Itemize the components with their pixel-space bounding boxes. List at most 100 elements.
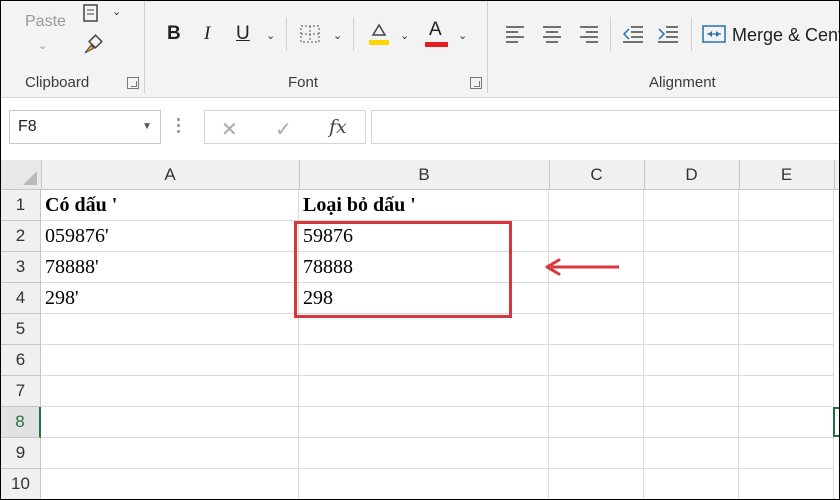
column-header-a[interactable]: A xyxy=(41,160,300,189)
column-header-e[interactable]: E xyxy=(739,160,835,189)
underline-button[interactable]: U xyxy=(236,23,250,45)
row-header-1[interactable]: 1 xyxy=(1,190,41,221)
alignment-divider xyxy=(691,17,692,51)
cell-e3[interactable] xyxy=(739,252,834,283)
column-header-b[interactable]: B xyxy=(299,160,550,189)
cell-e6[interactable] xyxy=(739,345,834,376)
cell-d2[interactable] xyxy=(644,221,739,252)
row-header-8[interactable]: 8 xyxy=(1,407,41,438)
font-color-dropdown-icon[interactable]: ⌄ xyxy=(458,29,467,42)
name-box-value: F8 xyxy=(18,118,37,135)
cell-a10[interactable] xyxy=(41,469,299,499)
cell-e7[interactable] xyxy=(739,376,834,407)
column-header-d[interactable]: D xyxy=(644,160,740,189)
cell-d5[interactable] xyxy=(644,314,739,345)
cell-c9[interactable] xyxy=(549,438,644,469)
alignment-group-label: Alignment xyxy=(649,74,716,91)
cell-b5[interactable] xyxy=(299,314,549,345)
cell-a6[interactable] xyxy=(41,345,299,376)
font-launcher-icon[interactable] xyxy=(470,77,482,89)
bold-button[interactable]: B xyxy=(167,23,181,45)
row-header-7[interactable]: 7 xyxy=(1,376,41,407)
row-header-5[interactable]: 5 xyxy=(1,314,41,345)
cell-a5[interactable] xyxy=(41,314,299,345)
cell-c8[interactable] xyxy=(549,407,644,438)
cell-d6[interactable] xyxy=(644,345,739,376)
cell-a3[interactable]: 78888' xyxy=(41,252,299,283)
merge-center-button[interactable]: Merge & Cent xyxy=(732,25,839,46)
column-headers: A B C D E xyxy=(1,160,839,190)
cell-b10[interactable] xyxy=(299,469,549,499)
cell-e8[interactable] xyxy=(739,407,834,438)
cell-e5[interactable] xyxy=(739,314,834,345)
format-painter-icon[interactable] xyxy=(81,33,105,57)
underline-dropdown-icon[interactable]: ⌄ xyxy=(266,29,275,42)
name-box[interactable]: F8 ▼ xyxy=(9,110,161,144)
paste-button[interactable]: Paste xyxy=(25,13,66,31)
cell-d3[interactable] xyxy=(644,252,739,283)
ribbon: Paste ⌄ ⌄ Clipboard B I U ⌄ ⌄ ⌄ A ⌄ Font xyxy=(1,1,839,98)
cell-a1[interactable]: Có dấu ' xyxy=(41,190,299,221)
cell-a7[interactable] xyxy=(41,376,299,407)
cell-b7[interactable] xyxy=(299,376,549,407)
cell-a9[interactable] xyxy=(41,438,299,469)
row-header-9[interactable]: 9 xyxy=(1,438,41,469)
cell-c4[interactable] xyxy=(549,283,644,314)
cell-c5[interactable] xyxy=(549,314,644,345)
cell-b9[interactable] xyxy=(299,438,549,469)
cell-a8[interactable] xyxy=(41,407,299,438)
cell-e4[interactable] xyxy=(739,283,834,314)
clipboard-launcher-icon[interactable] xyxy=(127,77,139,89)
cell-d1[interactable] xyxy=(644,190,739,221)
column-header-c[interactable]: C xyxy=(549,160,645,189)
row-header-2[interactable]: 2 xyxy=(1,221,41,252)
row-header-6[interactable]: 6 xyxy=(1,345,41,376)
cell-e10[interactable] xyxy=(739,469,834,499)
increase-indent-icon[interactable] xyxy=(656,23,680,45)
cell-e9[interactable] xyxy=(739,438,834,469)
borders-icon[interactable] xyxy=(298,23,322,45)
cell-c1[interactable] xyxy=(549,190,644,221)
font-divider xyxy=(286,17,287,51)
chevron-down-icon[interactable]: ▼ xyxy=(142,121,152,132)
cell-c6[interactable] xyxy=(549,345,644,376)
row-header-4[interactable]: 4 xyxy=(1,283,41,314)
cell-d9[interactable] xyxy=(644,438,739,469)
italic-button[interactable]: I xyxy=(204,23,210,45)
formula-input[interactable] xyxy=(371,110,839,144)
cell-b1[interactable]: Loại bỏ dấu ' xyxy=(299,190,549,221)
cell-e2[interactable] xyxy=(739,221,834,252)
decrease-indent-icon[interactable] xyxy=(621,23,645,45)
cell-c2[interactable] xyxy=(549,221,644,252)
row-header-10[interactable]: 10 xyxy=(1,469,41,499)
copy-icon[interactable] xyxy=(79,3,103,25)
cell-b8[interactable] xyxy=(299,407,549,438)
active-cell-indicator xyxy=(833,407,839,437)
enter-icon[interactable]: ✓ xyxy=(275,117,292,142)
cell-d8[interactable] xyxy=(644,407,739,438)
cell-a2[interactable]: 059876' xyxy=(41,221,299,252)
cell-e1[interactable] xyxy=(739,190,834,221)
row-header-3[interactable]: 3 xyxy=(1,252,41,283)
fill-color-dropdown-icon[interactable]: ⌄ xyxy=(400,29,409,42)
cell-c10[interactable] xyxy=(549,469,644,499)
cell-d7[interactable] xyxy=(644,376,739,407)
cell-d4[interactable] xyxy=(644,283,739,314)
merge-center-icon[interactable] xyxy=(701,23,727,45)
align-center-icon[interactable] xyxy=(541,23,563,45)
paste-dropdown-icon[interactable]: ⌄ xyxy=(38,39,47,52)
cell-a4[interactable]: 298' xyxy=(41,283,299,314)
align-left-icon[interactable] xyxy=(504,23,526,45)
cell-b6[interactable] xyxy=(299,345,549,376)
font-color-button[interactable]: A xyxy=(429,19,442,41)
cell-c7[interactable] xyxy=(549,376,644,407)
align-right-icon[interactable] xyxy=(578,23,600,45)
insert-function-button[interactable]: fx xyxy=(329,116,347,138)
select-all-button[interactable] xyxy=(1,160,42,189)
drag-handle-icon[interactable] xyxy=(177,118,181,136)
borders-dropdown-icon[interactable]: ⌄ xyxy=(333,29,342,42)
cancel-icon[interactable]: ✕ xyxy=(221,117,238,142)
cell-d10[interactable] xyxy=(644,469,739,499)
fill-color-icon[interactable] xyxy=(367,21,391,47)
copy-dropdown-icon[interactable]: ⌄ xyxy=(112,5,121,18)
